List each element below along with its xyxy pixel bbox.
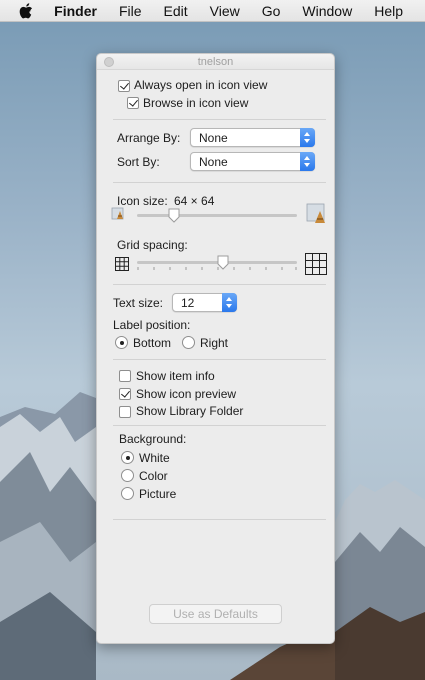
view-options-window: tnelson Always open in icon view Browse … xyxy=(96,53,335,644)
divider xyxy=(113,519,326,520)
small-icon-size-icon xyxy=(111,206,127,225)
sort-by-value: None xyxy=(199,155,228,169)
show-library-folder-label: Show Library Folder xyxy=(136,404,244,418)
chevron-updown-icon xyxy=(222,293,237,312)
grid-spacing-label: Grid spacing: xyxy=(117,238,188,252)
divider xyxy=(113,359,326,360)
arrange-by-label: Arrange By: xyxy=(117,131,181,145)
sort-by-popup[interactable]: None xyxy=(190,152,315,171)
menu-finder[interactable]: Finder xyxy=(54,3,97,19)
chevron-updown-icon xyxy=(300,152,315,171)
icon-size-slider-knob[interactable] xyxy=(168,208,180,223)
arrange-by-value: None xyxy=(199,131,228,145)
icon-size-slider-track[interactable] xyxy=(137,214,297,217)
show-icon-preview-checkbox[interactable] xyxy=(119,388,131,400)
text-size-label: Text size: xyxy=(113,296,164,310)
menu-file[interactable]: File xyxy=(119,3,142,19)
always-open-icon-view-checkbox[interactable] xyxy=(118,80,130,92)
grid-spacing-slider-knob[interactable] xyxy=(217,255,229,270)
menu-edit[interactable]: Edit xyxy=(164,3,188,19)
sort-by-label: Sort By: xyxy=(117,155,160,169)
background-white-radio[interactable] xyxy=(121,451,134,464)
title-bar[interactable]: tnelson xyxy=(97,54,334,70)
small-grid-icon xyxy=(115,257,129,274)
always-open-icon-view-label: Always open in icon view xyxy=(134,78,268,92)
use-as-defaults-button[interactable]: Use as Defaults xyxy=(149,604,282,624)
background-picture-label: Picture xyxy=(139,487,177,501)
divider xyxy=(113,284,326,285)
background-picture-radio[interactable] xyxy=(121,487,134,500)
chevron-updown-icon xyxy=(300,128,315,147)
background-color-radio[interactable] xyxy=(121,469,134,482)
label-position-bottom-radio[interactable] xyxy=(115,336,128,349)
label-position-bottom-label: Bottom xyxy=(133,336,172,350)
label-position-label: Label position: xyxy=(113,318,191,332)
divider xyxy=(113,425,326,426)
menu-go[interactable]: Go xyxy=(262,3,281,19)
divider xyxy=(113,182,326,183)
arrange-by-popup[interactable]: None xyxy=(190,128,315,147)
apple-menu-icon[interactable] xyxy=(19,2,35,19)
large-icon-size-icon xyxy=(306,202,330,229)
large-grid-icon xyxy=(305,253,327,278)
menu-help[interactable]: Help xyxy=(374,3,403,19)
text-size-value: 12 xyxy=(181,296,195,310)
menu-view[interactable]: View xyxy=(210,3,240,19)
background-label: Background: xyxy=(119,432,187,446)
show-item-info-label: Show item info xyxy=(136,369,215,383)
background-color-label: Color xyxy=(139,469,168,483)
menu-window[interactable]: Window xyxy=(302,3,352,19)
text-size-popup[interactable]: 12 xyxy=(172,293,237,312)
background-white-label: White xyxy=(139,451,170,465)
browse-icon-view-label: Browse in icon view xyxy=(143,96,249,110)
menu-bar: Finder File Edit View Go Window Help xyxy=(0,0,425,22)
divider xyxy=(113,119,326,120)
window-title: tnelson xyxy=(197,56,234,68)
icon-size-value: 64 × 64 xyxy=(174,194,215,208)
label-position-right-radio[interactable] xyxy=(182,336,195,349)
show-item-info-checkbox[interactable] xyxy=(119,370,131,382)
browse-icon-view-checkbox[interactable] xyxy=(127,97,139,109)
label-position-right-label: Right xyxy=(200,336,229,350)
show-icon-preview-label: Show icon preview xyxy=(136,387,237,401)
show-library-folder-checkbox[interactable] xyxy=(119,406,131,418)
